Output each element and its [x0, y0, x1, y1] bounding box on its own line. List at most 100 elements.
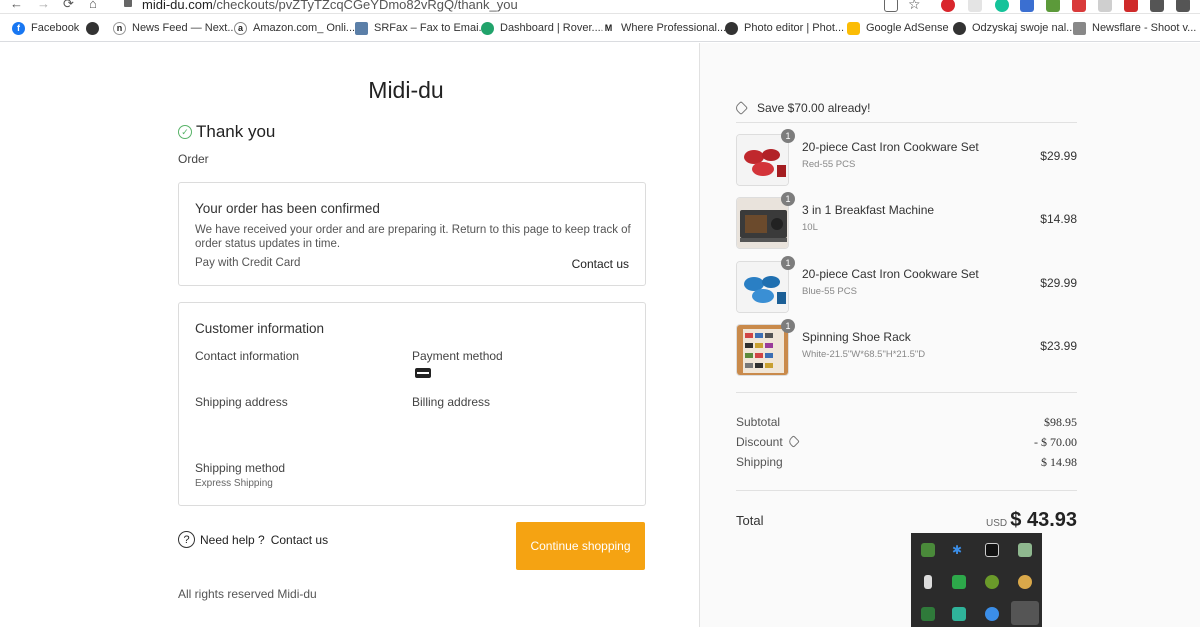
bookmark-where-professional[interactable]: M Where Professional...: [602, 20, 726, 36]
address-bar[interactable]: midi-du.com/checkouts/pvZTyTZcqCGeYDmo82…: [142, 0, 518, 12]
tag-icon: [733, 100, 749, 116]
extension-icon[interactable]: [1098, 0, 1112, 12]
bookmark-amazon[interactable]: a Amazon.com_ Onli...: [234, 20, 355, 36]
store-title[interactable]: Midi-du: [178, 77, 634, 104]
m-icon: M: [602, 21, 615, 35]
app-tray-icon[interactable]: [1018, 575, 1032, 589]
pdf-extension-icon[interactable]: [1124, 0, 1138, 12]
app-tray-icon[interactable]: [952, 607, 966, 621]
currency-code: USD: [986, 518, 1008, 529]
payment-method-label: Payment method: [412, 349, 503, 363]
item-price: $14.98: [1040, 212, 1077, 226]
bookmark-rover[interactable]: Dashboard | Rover....: [481, 20, 604, 36]
order-label: Order: [178, 152, 209, 166]
item-price: $29.99: [1040, 149, 1077, 163]
continue-shopping-button[interactable]: Continue shopping: [516, 522, 645, 570]
app-tray-icon[interactable]: [952, 575, 966, 589]
bookmarks-bar: f Facebook n News Feed — Next... a Amazo…: [0, 14, 1200, 42]
savings-text: Save $70.00 already!: [757, 101, 871, 115]
subtotal-value: $98.95: [1044, 415, 1077, 429]
item-variant: 10L: [802, 222, 818, 233]
bookmark-adsense[interactable]: Google AdSense: [847, 20, 949, 36]
item-price: $29.99: [1040, 276, 1077, 290]
order-main: Midi-du ✓ Thank you Order Your order has…: [0, 43, 699, 627]
feather-icon[interactable]: [1011, 601, 1039, 625]
summary-item: 1 Spinning Shoe Rack White-21.5"W*68.5"H…: [736, 319, 1077, 376]
amazon-icon: a: [234, 21, 247, 35]
grammarly-icon[interactable]: [995, 0, 1009, 12]
paw-icon: [481, 21, 494, 35]
adsense-icon: [847, 21, 860, 35]
divider: [736, 392, 1077, 393]
help-contact-link[interactable]: Contact us: [271, 533, 328, 547]
divider: [736, 490, 1077, 491]
item-variant: Blue-55 PCS: [802, 286, 857, 297]
quantity-badge: 1: [781, 192, 795, 206]
bookmark-photo-editor[interactable]: Photo editor | Phot...: [725, 20, 844, 36]
discount-value: - $ 70.00: [1034, 435, 1077, 449]
check-circle-icon: ✓: [178, 125, 192, 139]
customer-info-title: Customer information: [195, 321, 325, 336]
question-icon: ?: [178, 531, 195, 548]
extension-icon[interactable]: [1020, 0, 1034, 12]
profile-icon[interactable]: [1176, 0, 1190, 12]
bookmark-label: Where Professional...: [621, 22, 727, 34]
bookmark-facebook[interactable]: f Facebook: [12, 20, 79, 36]
nvidia-icon[interactable]: [921, 543, 935, 557]
lock-icon[interactable]: [124, 0, 132, 7]
globe-icon: [725, 21, 738, 35]
forward-icon[interactable]: →: [37, 0, 50, 11]
total-value: $ 43.93: [1010, 509, 1077, 531]
share-icon[interactable]: [884, 0, 898, 12]
bookmark-label: Google AdSense: [866, 22, 949, 34]
item-name: 20-piece Cast Iron Cookware Set: [802, 140, 979, 154]
bookmark-label: Photo editor | Phot...: [744, 22, 845, 34]
product-thumbnail: [736, 197, 789, 249]
facebook-icon: f: [12, 21, 25, 35]
extension-icon[interactable]: [1072, 0, 1086, 12]
shipping-method-value: Express Shipping: [195, 478, 273, 489]
bookmark-odzyskaj[interactable]: Odzyskaj swoje nal...: [953, 20, 1075, 36]
app-tray-icon[interactable]: [985, 607, 999, 621]
divider: [736, 122, 1077, 123]
subtotal-row: Subtotal $98.95: [736, 415, 1077, 429]
summary-item: 1 20-piece Cast Iron Cookware Set Red-55…: [736, 129, 1077, 186]
tag-icon: [786, 435, 800, 448]
opera-extension-icon[interactable]: [941, 0, 955, 12]
bluetooth-icon[interactable]: ✱: [952, 543, 966, 557]
bookmark-srfax[interactable]: SRFax – Fax to Emai...: [355, 20, 488, 36]
bookmark-news-feed[interactable]: n News Feed — Next...: [86, 20, 237, 36]
contact-us-link[interactable]: Contact us: [572, 257, 629, 271]
summary-item: 1 3 in 1 Breakfast Machine 10L $14.98: [736, 192, 1077, 249]
item-variant: Red-55 PCS: [802, 159, 856, 170]
discount-row: Discount - $ 70.00: [736, 435, 1077, 449]
quantity-badge: 1: [781, 256, 795, 270]
quantity-badge: 1: [781, 319, 795, 333]
bookmark-label: Dashboard | Rover....: [500, 22, 604, 34]
home-icon[interactable]: ⌂: [89, 0, 97, 11]
newsflare-icon: [1073, 21, 1086, 35]
confirmation-message: We have received your order and are prep…: [195, 224, 631, 250]
extension-icon[interactable]: [968, 0, 982, 12]
network-drive-icon[interactable]: [1018, 543, 1032, 557]
shipping-value: $ 14.98: [1041, 455, 1077, 469]
puzzle-icon[interactable]: [1150, 0, 1164, 12]
contact-info-label: Contact information: [195, 349, 300, 363]
reload-icon[interactable]: ⟳: [63, 0, 74, 12]
usb-icon[interactable]: [924, 575, 932, 589]
shield-icon[interactable]: [921, 607, 935, 621]
savings-banner: Save $70.00 already!: [733, 100, 871, 116]
extension-icon[interactable]: [1046, 0, 1060, 12]
app-tray-icon[interactable]: [985, 543, 999, 557]
item-name: 20-piece Cast Iron Cookware Set: [802, 267, 979, 281]
app-tray-icon[interactable]: [985, 575, 999, 589]
product-thumbnail: [736, 324, 789, 376]
bookmark-label: Amazon.com_ Onli...: [253, 22, 356, 34]
need-help-label: Need help ?: [200, 532, 265, 547]
shipping-row: Shipping $ 14.98: [736, 455, 1077, 469]
star-icon[interactable]: ☆: [908, 0, 922, 12]
bookmark-newsflare[interactable]: Newsflare - Shoot v...: [1073, 20, 1196, 36]
thank-you-heading: ✓ Thank you: [178, 122, 275, 142]
credit-card-icon: [415, 368, 431, 378]
back-icon[interactable]: ←: [10, 0, 23, 11]
